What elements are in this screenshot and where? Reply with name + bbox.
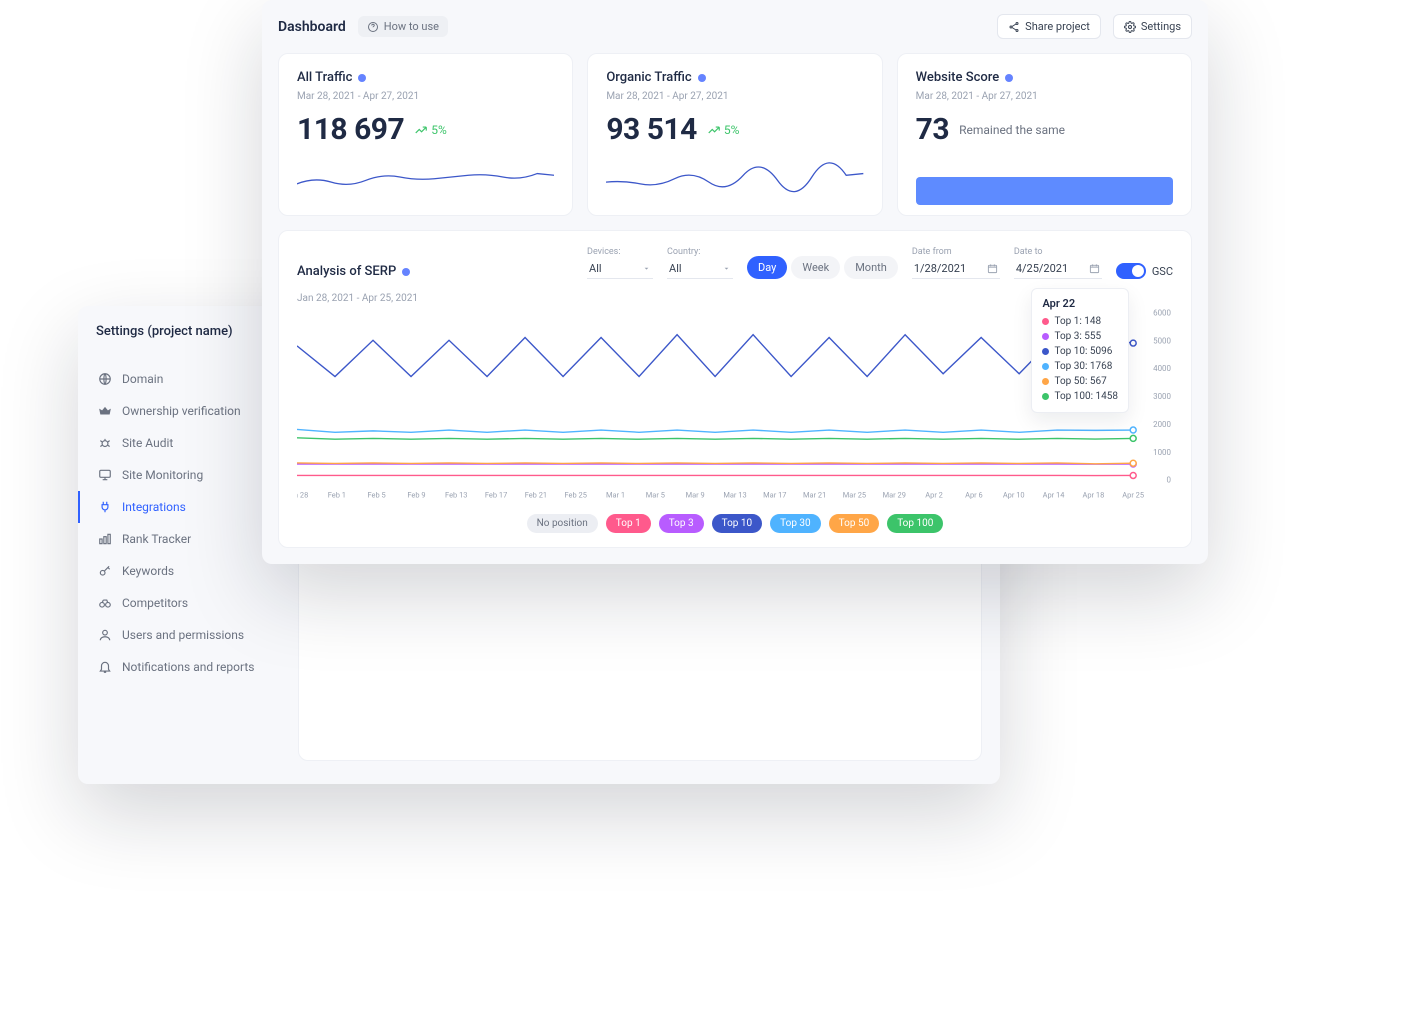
svg-text:Mar 17: Mar 17	[763, 491, 786, 500]
period-toggle: Day Week Month	[747, 256, 898, 279]
chevron-down-icon	[642, 264, 651, 273]
serp-card: Analysis of SERP Devices: All Country: A…	[278, 230, 1192, 548]
dashboard-header: Dashboard How to use Share project Setti…	[278, 14, 1192, 39]
svg-text:4000: 4000	[1153, 364, 1171, 373]
dashboard-window: Dashboard How to use Share project Setti…	[262, 0, 1208, 564]
legend-top-50[interactable]: Top 50	[829, 514, 880, 533]
monitor-icon	[98, 468, 112, 482]
svg-text:Mar 5: Mar 5	[646, 491, 665, 500]
svg-text:Feb 1: Feb 1	[328, 491, 346, 500]
nav-competitors[interactable]: Competitors	[78, 587, 298, 619]
serp-chart: Apr 22 Top 1: 148Top 3: 555Top 10: 5096T…	[297, 304, 1173, 504]
crown-icon	[98, 404, 112, 418]
svg-text:Apr 25: Apr 25	[1122, 491, 1144, 500]
legend-top-1[interactable]: Top 1	[606, 514, 651, 533]
info-dot-icon[interactable]	[358, 74, 366, 82]
svg-text:Apr 6: Apr 6	[965, 491, 983, 500]
svg-text:6000: 6000	[1153, 308, 1171, 317]
chevron-down-icon	[722, 264, 731, 273]
nav-users[interactable]: Users and permissions	[78, 619, 298, 651]
metric-all-traffic: All Traffic Mar 28, 2021 - Apr 27, 2021 …	[278, 53, 573, 216]
chart-tooltip: Apr 22 Top 1: 148Top 3: 555Top 10: 5096T…	[1031, 288, 1129, 413]
period-week[interactable]: Week	[791, 256, 840, 279]
gsc-toggle[interactable]	[1116, 263, 1146, 279]
period-month[interactable]: Month	[844, 256, 898, 279]
sparkline	[297, 159, 554, 195]
legend-no-position[interactable]: No position	[527, 514, 598, 533]
plug-icon	[98, 500, 112, 514]
svg-text:Jan 28: Jan 28	[297, 491, 308, 500]
calendar-icon	[987, 263, 998, 274]
metric-value: 118 697	[297, 112, 404, 147]
legend-top-30[interactable]: Top 30	[770, 514, 821, 533]
delta-up: 5%	[414, 123, 447, 137]
info-dot-icon[interactable]	[402, 268, 410, 276]
metric-value: 73	[916, 112, 949, 147]
trend-up-icon	[707, 123, 721, 137]
svg-text:0: 0	[1167, 476, 1172, 485]
legend-top-3[interactable]: Top 3	[659, 514, 704, 533]
sparkline	[606, 159, 863, 195]
svg-text:Apr 14: Apr 14	[1043, 491, 1066, 500]
page-title: Dashboard	[278, 19, 346, 35]
trend-up-icon	[414, 123, 428, 137]
svg-text:3000: 3000	[1153, 392, 1171, 401]
devices-select[interactable]: Devices: All	[587, 247, 653, 279]
metric-organic-traffic: Organic Traffic Mar 28, 2021 - Apr 27, 2…	[587, 53, 882, 216]
globe-icon	[98, 372, 112, 386]
serp-legend: No position Top 1 Top 3 Top 10 Top 30 Top 50 T…	[297, 514, 1173, 533]
calendar-icon	[1089, 263, 1100, 274]
svg-text:Mar 13: Mar 13	[723, 491, 746, 500]
svg-text:Feb 13: Feb 13	[445, 491, 467, 500]
svg-text:Mar 21: Mar 21	[803, 491, 826, 500]
svg-text:Mar 25: Mar 25	[843, 491, 866, 500]
svg-text:Feb 9: Feb 9	[407, 491, 425, 500]
key-icon	[98, 564, 112, 578]
svg-text:Feb 25: Feb 25	[565, 491, 587, 500]
help-icon	[367, 21, 379, 33]
country-select[interactable]: Country: All	[667, 247, 733, 279]
period-day[interactable]: Day	[747, 256, 787, 279]
user-icon	[98, 628, 112, 642]
settings-button[interactable]: Settings	[1113, 14, 1192, 39]
info-dot-icon[interactable]	[1005, 74, 1013, 82]
svg-text:5000: 5000	[1153, 336, 1171, 345]
delta-up: 5%	[707, 123, 740, 137]
info-dot-icon[interactable]	[698, 74, 706, 82]
svg-text:Mar 1: Mar 1	[606, 491, 625, 500]
bell-icon	[98, 660, 112, 674]
gear-icon	[1124, 21, 1136, 33]
svg-text:Apr 10: Apr 10	[1003, 491, 1025, 500]
metric-value: 93 514	[606, 112, 697, 147]
score-bar	[916, 177, 1173, 205]
howto-button[interactable]: How to use	[358, 16, 448, 37]
share-icon	[1008, 21, 1020, 33]
date-from-input[interactable]: Date from 1/28/2021	[912, 247, 1000, 279]
binoculars-icon	[98, 596, 112, 610]
chart-icon	[98, 532, 112, 546]
svg-text:Feb 17: Feb 17	[485, 491, 507, 500]
svg-text:Mar 29: Mar 29	[883, 491, 906, 500]
svg-text:Mar 9: Mar 9	[686, 491, 705, 500]
legend-top-10[interactable]: Top 10	[712, 514, 763, 533]
svg-text:2000: 2000	[1153, 420, 1171, 429]
svg-text:Feb 5: Feb 5	[368, 491, 386, 500]
svg-text:Feb 21: Feb 21	[525, 491, 547, 500]
bug-icon	[98, 436, 112, 450]
svg-text:1000: 1000	[1153, 448, 1171, 457]
svg-text:Apr 18: Apr 18	[1082, 491, 1104, 500]
date-to-input[interactable]: Date to 4/25/2021	[1014, 247, 1102, 279]
share-button[interactable]: Share project	[997, 14, 1101, 39]
legend-top-100[interactable]: Top 100	[887, 514, 943, 533]
svg-text:Apr 2: Apr 2	[925, 491, 943, 500]
metric-website-score: Website Score Mar 28, 2021 - Apr 27, 202…	[897, 53, 1192, 216]
nav-notifications[interactable]: Notifications and reports	[78, 651, 298, 683]
